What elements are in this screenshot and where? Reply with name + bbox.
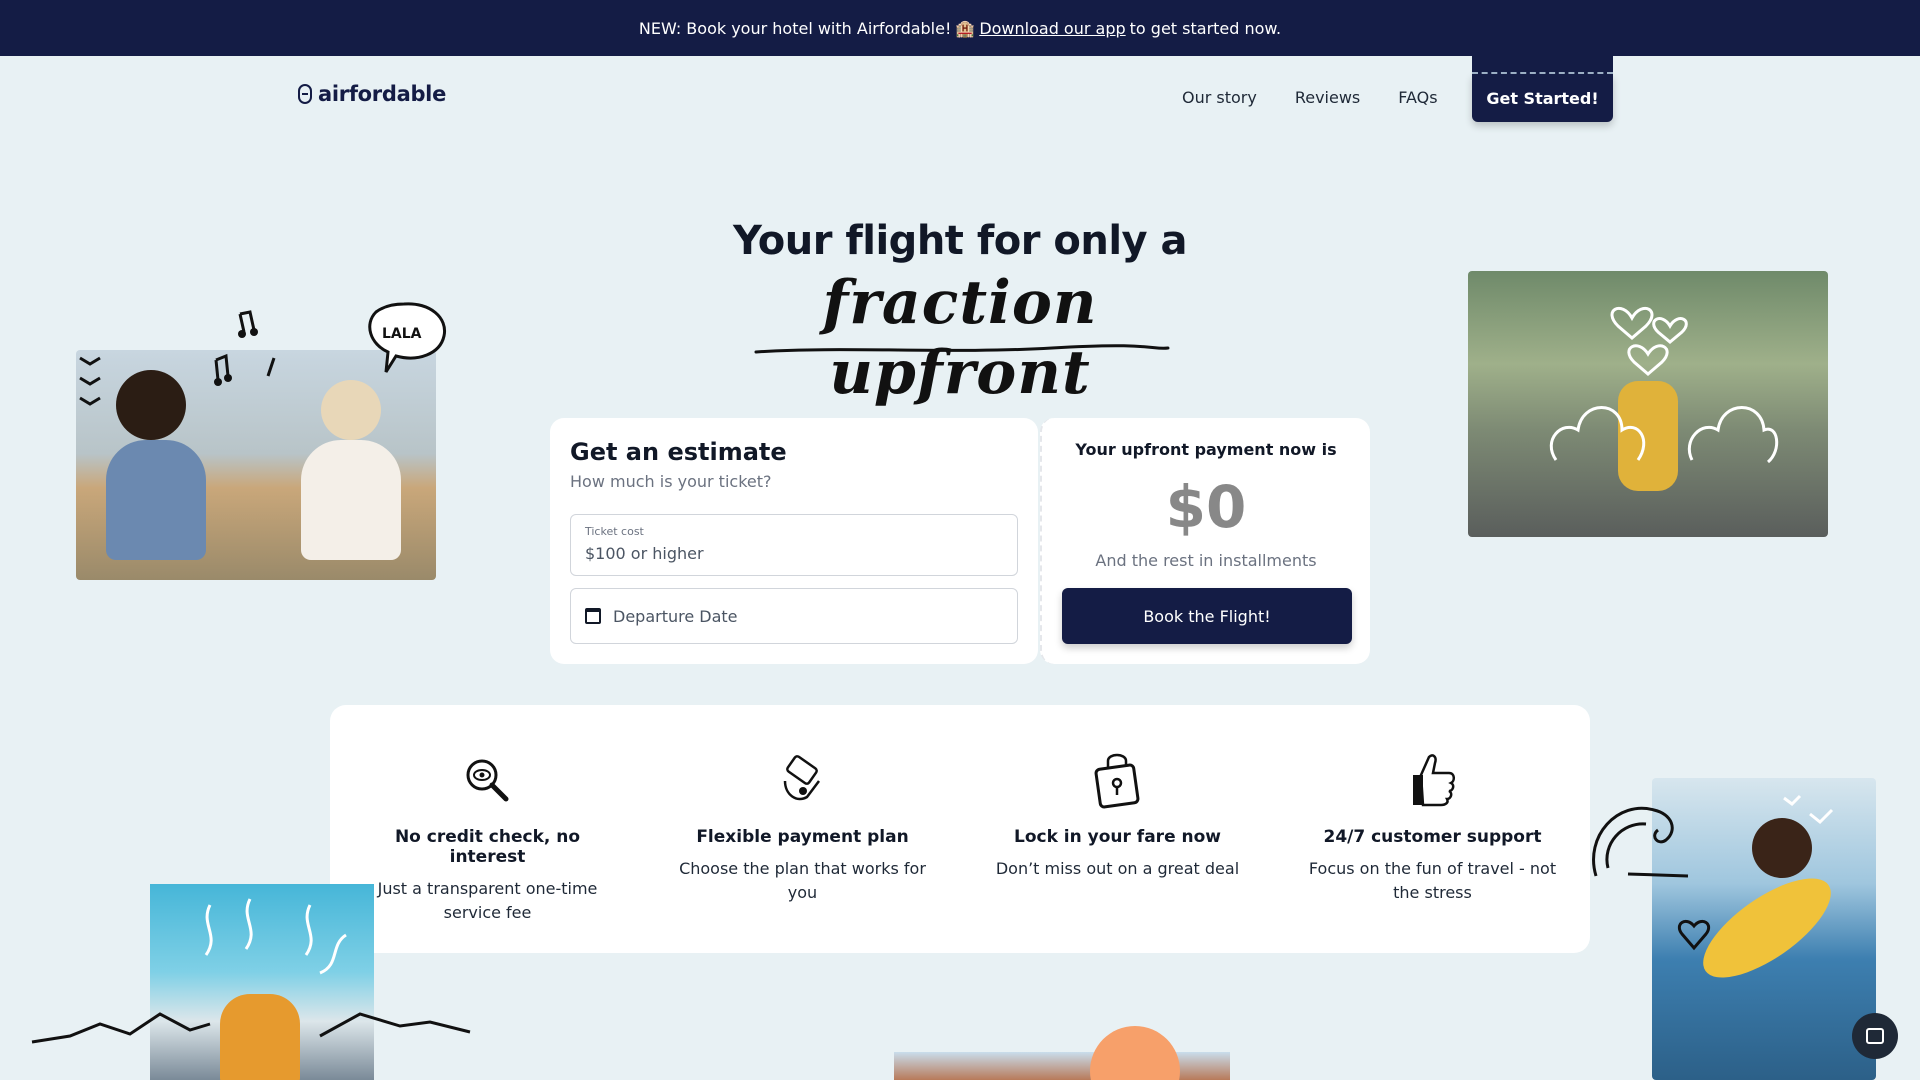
upfront-payment-title: Your upfront payment now is [1075, 440, 1337, 459]
feature-flexible-plan: Flexible payment plan Choose the plan th… [645, 745, 960, 953]
logo-icon [298, 84, 312, 104]
upfront-payment-card: Your upfront payment now is $0 And the r… [1040, 418, 1370, 664]
features-panel: No credit check, no interest Just a tran… [330, 705, 1590, 953]
squiggle-doodle [79, 356, 101, 406]
speech-bubble-doodle: LALA [368, 302, 447, 373]
feature-title: No credit check, no interest [394, 827, 581, 867]
chat-icon [1866, 1028, 1884, 1044]
hero-underline-doodle [754, 344, 1170, 354]
installments-text: And the rest in installments [1095, 551, 1317, 570]
person-shape [301, 440, 401, 560]
logo-text: airfordable [318, 82, 447, 106]
ticket-cost-placeholder: $100 or higher [585, 544, 704, 563]
hero-script-text: fraction upfront [822, 268, 1098, 408]
estimate-subtitle: How much is your ticket? [570, 472, 772, 491]
get-started-button[interactable]: Get Started! [1472, 74, 1613, 122]
feature-support: 24/7 customer support Focus on the fun o… [1275, 745, 1590, 953]
feature-title: Flexible payment plan [696, 827, 909, 847]
ticket-cost-field[interactable]: Ticket cost $100 or higher [570, 514, 1018, 576]
download-app-link[interactable]: Download our app [979, 19, 1125, 38]
feature-lock-fare: Lock in your fare now Don’t miss out on … [960, 745, 1275, 953]
thumbs-up-icon [1303, 745, 1562, 813]
logo[interactable]: airfordable [298, 82, 446, 106]
announcement-text: NEW: Book your hotel with Airfordable! [638, 18, 952, 38]
music-notes-doodle [214, 310, 276, 386]
feature-title: 24/7 customer support [1323, 827, 1542, 847]
feature-description: Choose the plan that works for you [679, 859, 926, 902]
announcement-bar: NEW: Book your hotel with Airfordable! 🏨… [0, 0, 1920, 56]
birds-doodle [1783, 794, 1834, 825]
lock-bag-icon [988, 745, 1247, 813]
hero-title: Your flight for only a [732, 218, 1188, 264]
speech-bubble-text: LALA [382, 326, 422, 342]
announcement-suffix: to get started now. [1129, 18, 1282, 38]
feature-description: Just a transparent one-time service fee [377, 879, 598, 922]
feature-description: Don’t miss out on a great deal [995, 859, 1240, 878]
magnifier-eye-icon [358, 745, 617, 813]
chat-launcher-button[interactable] [1852, 1013, 1898, 1059]
heart-doodle [1677, 920, 1711, 951]
feature-description: Focus on the fun of travel - not the str… [1308, 859, 1557, 902]
nav-our-story[interactable]: Our story [1182, 88, 1257, 107]
book-flight-button[interactable]: Book the Flight! [1062, 588, 1352, 644]
ticket-cost-label: Ticket cost [585, 525, 644, 538]
feature-no-credit-check: No credit check, no interest Just a tran… [330, 745, 645, 953]
person-shape [116, 370, 186, 440]
estimate-title: Get an estimate [570, 438, 787, 466]
sun-shape [1090, 1026, 1180, 1080]
estimate-card: Get an estimate How much is your ticket?… [550, 418, 1038, 664]
departure-date-placeholder: Departure Date [613, 606, 738, 626]
feature-title: Lock in your fare now [1013, 827, 1221, 847]
calendar-icon [585, 608, 601, 624]
hearts-clouds-doodle [1549, 307, 1779, 464]
person-shape [106, 440, 206, 560]
get-started-ticket: Get Started! [1472, 56, 1613, 122]
ticket-stub [1472, 56, 1613, 74]
hand-card-icon [673, 745, 932, 813]
sun-rays-doodle [204, 898, 347, 975]
person-shape [321, 380, 381, 440]
nav-reviews[interactable]: Reviews [1295, 88, 1360, 107]
upfront-payment-amount: $0 [1165, 473, 1247, 541]
wave-doodle [1592, 806, 1689, 878]
main-nav: Our story Reviews FAQs [1182, 88, 1438, 107]
departure-date-field[interactable]: Departure Date [570, 588, 1018, 644]
nav-faqs[interactable]: FAQs [1398, 88, 1437, 107]
hotel-icon: 🏨 [955, 18, 976, 38]
